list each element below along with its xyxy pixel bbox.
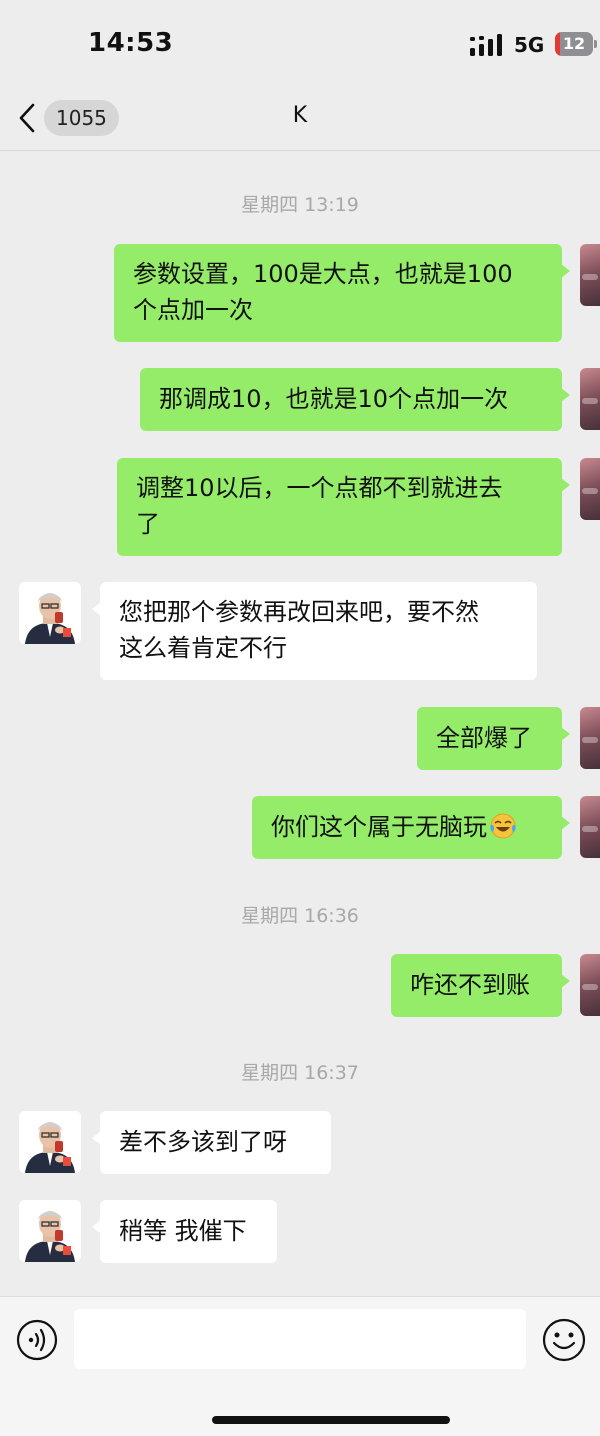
emoji-icon[interactable]: [541, 1317, 587, 1363]
battery-level: 12: [562, 34, 586, 53]
contact-avatar[interactable]: [19, 1111, 81, 1173]
self-avatar[interactable]: [580, 458, 600, 520]
message-timestamp: 星期四 13:19: [241, 194, 359, 216]
message-bubble-outgoing[interactable]: 参数设置，100是大点，也就是100 个点加一次: [114, 244, 570, 342]
self-avatar[interactable]: [580, 244, 600, 306]
message-line: 参数设置，100是大点，也就是100: [133, 260, 513, 288]
message-timestamp: 星期四 16:37: [241, 1062, 359, 1084]
status-time: 14:53: [88, 28, 174, 58]
message-timestamp: 星期四 16:36: [241, 905, 359, 927]
message-bubble-outgoing[interactable]: 调整10以后，一个点都不到就进去 了: [117, 458, 570, 556]
message-line: 您把那个参数再改回来吧，要不然: [119, 598, 479, 626]
message-line: 那调成10，也就是10个点加一次: [159, 385, 509, 413]
message-line: 个点加一次: [133, 296, 253, 324]
network-type: 5G: [514, 33, 545, 57]
message-input[interactable]: [74, 1309, 526, 1369]
input-bar: [0, 1296, 600, 1436]
message-line: 你们这个属于无脑玩: [271, 813, 487, 841]
message-bubble-outgoing[interactable]: 咋还不到账: [391, 954, 570, 1017]
self-avatar[interactable]: [580, 368, 600, 430]
person-portrait-icon: [19, 1111, 81, 1173]
message-bubble-outgoing[interactable]: 那调成10，也就是10个点加一次: [140, 368, 570, 431]
home-indicator[interactable]: [212, 1416, 450, 1424]
signal-icon: [470, 34, 502, 56]
message-bubble-outgoing[interactable]: 你们这个属于无脑玩: [252, 796, 570, 859]
chat-header: 1055 K: [0, 90, 600, 151]
message-bubble-outgoing[interactable]: 全部爆了: [417, 707, 570, 770]
message-bubble-incoming[interactable]: 稍等 我催下: [92, 1200, 277, 1263]
person-portrait-icon: [19, 1200, 81, 1262]
status-bar: 14:53 5G 12: [0, 0, 600, 90]
message-bubble-incoming[interactable]: 差不多该到了呀: [92, 1111, 331, 1174]
message-line: 了: [136, 510, 160, 538]
person-portrait-icon: [19, 582, 81, 644]
message-line: 全部爆了: [436, 724, 532, 752]
crying-laughing-face-icon: [490, 813, 516, 839]
message-line: 咋还不到账: [410, 971, 530, 999]
message-bubble-incoming[interactable]: 您把那个参数再改回来吧，要不然 这么着肯定不行: [92, 582, 537, 680]
contact-avatar[interactable]: [19, 582, 81, 644]
battery-icon: 12: [555, 32, 599, 56]
message-line: 差不多该到了呀: [119, 1128, 287, 1156]
voice-icon[interactable]: [16, 1319, 58, 1361]
self-avatar[interactable]: [580, 707, 600, 769]
self-avatar[interactable]: [580, 796, 600, 858]
self-avatar[interactable]: [580, 954, 600, 1016]
chat-title: K: [292, 103, 308, 128]
message-line: 这么着肯定不行: [119, 634, 287, 662]
contact-avatar[interactable]: [19, 1200, 81, 1262]
message-line: 调整10以后，一个点都不到就进去: [136, 474, 503, 502]
message-list[interactable]: 星期四 13:19 参数设置，100是大点，也就是100 个点加一次 那调成10…: [0, 151, 600, 1296]
message-line: 稍等 我催下: [119, 1217, 247, 1245]
